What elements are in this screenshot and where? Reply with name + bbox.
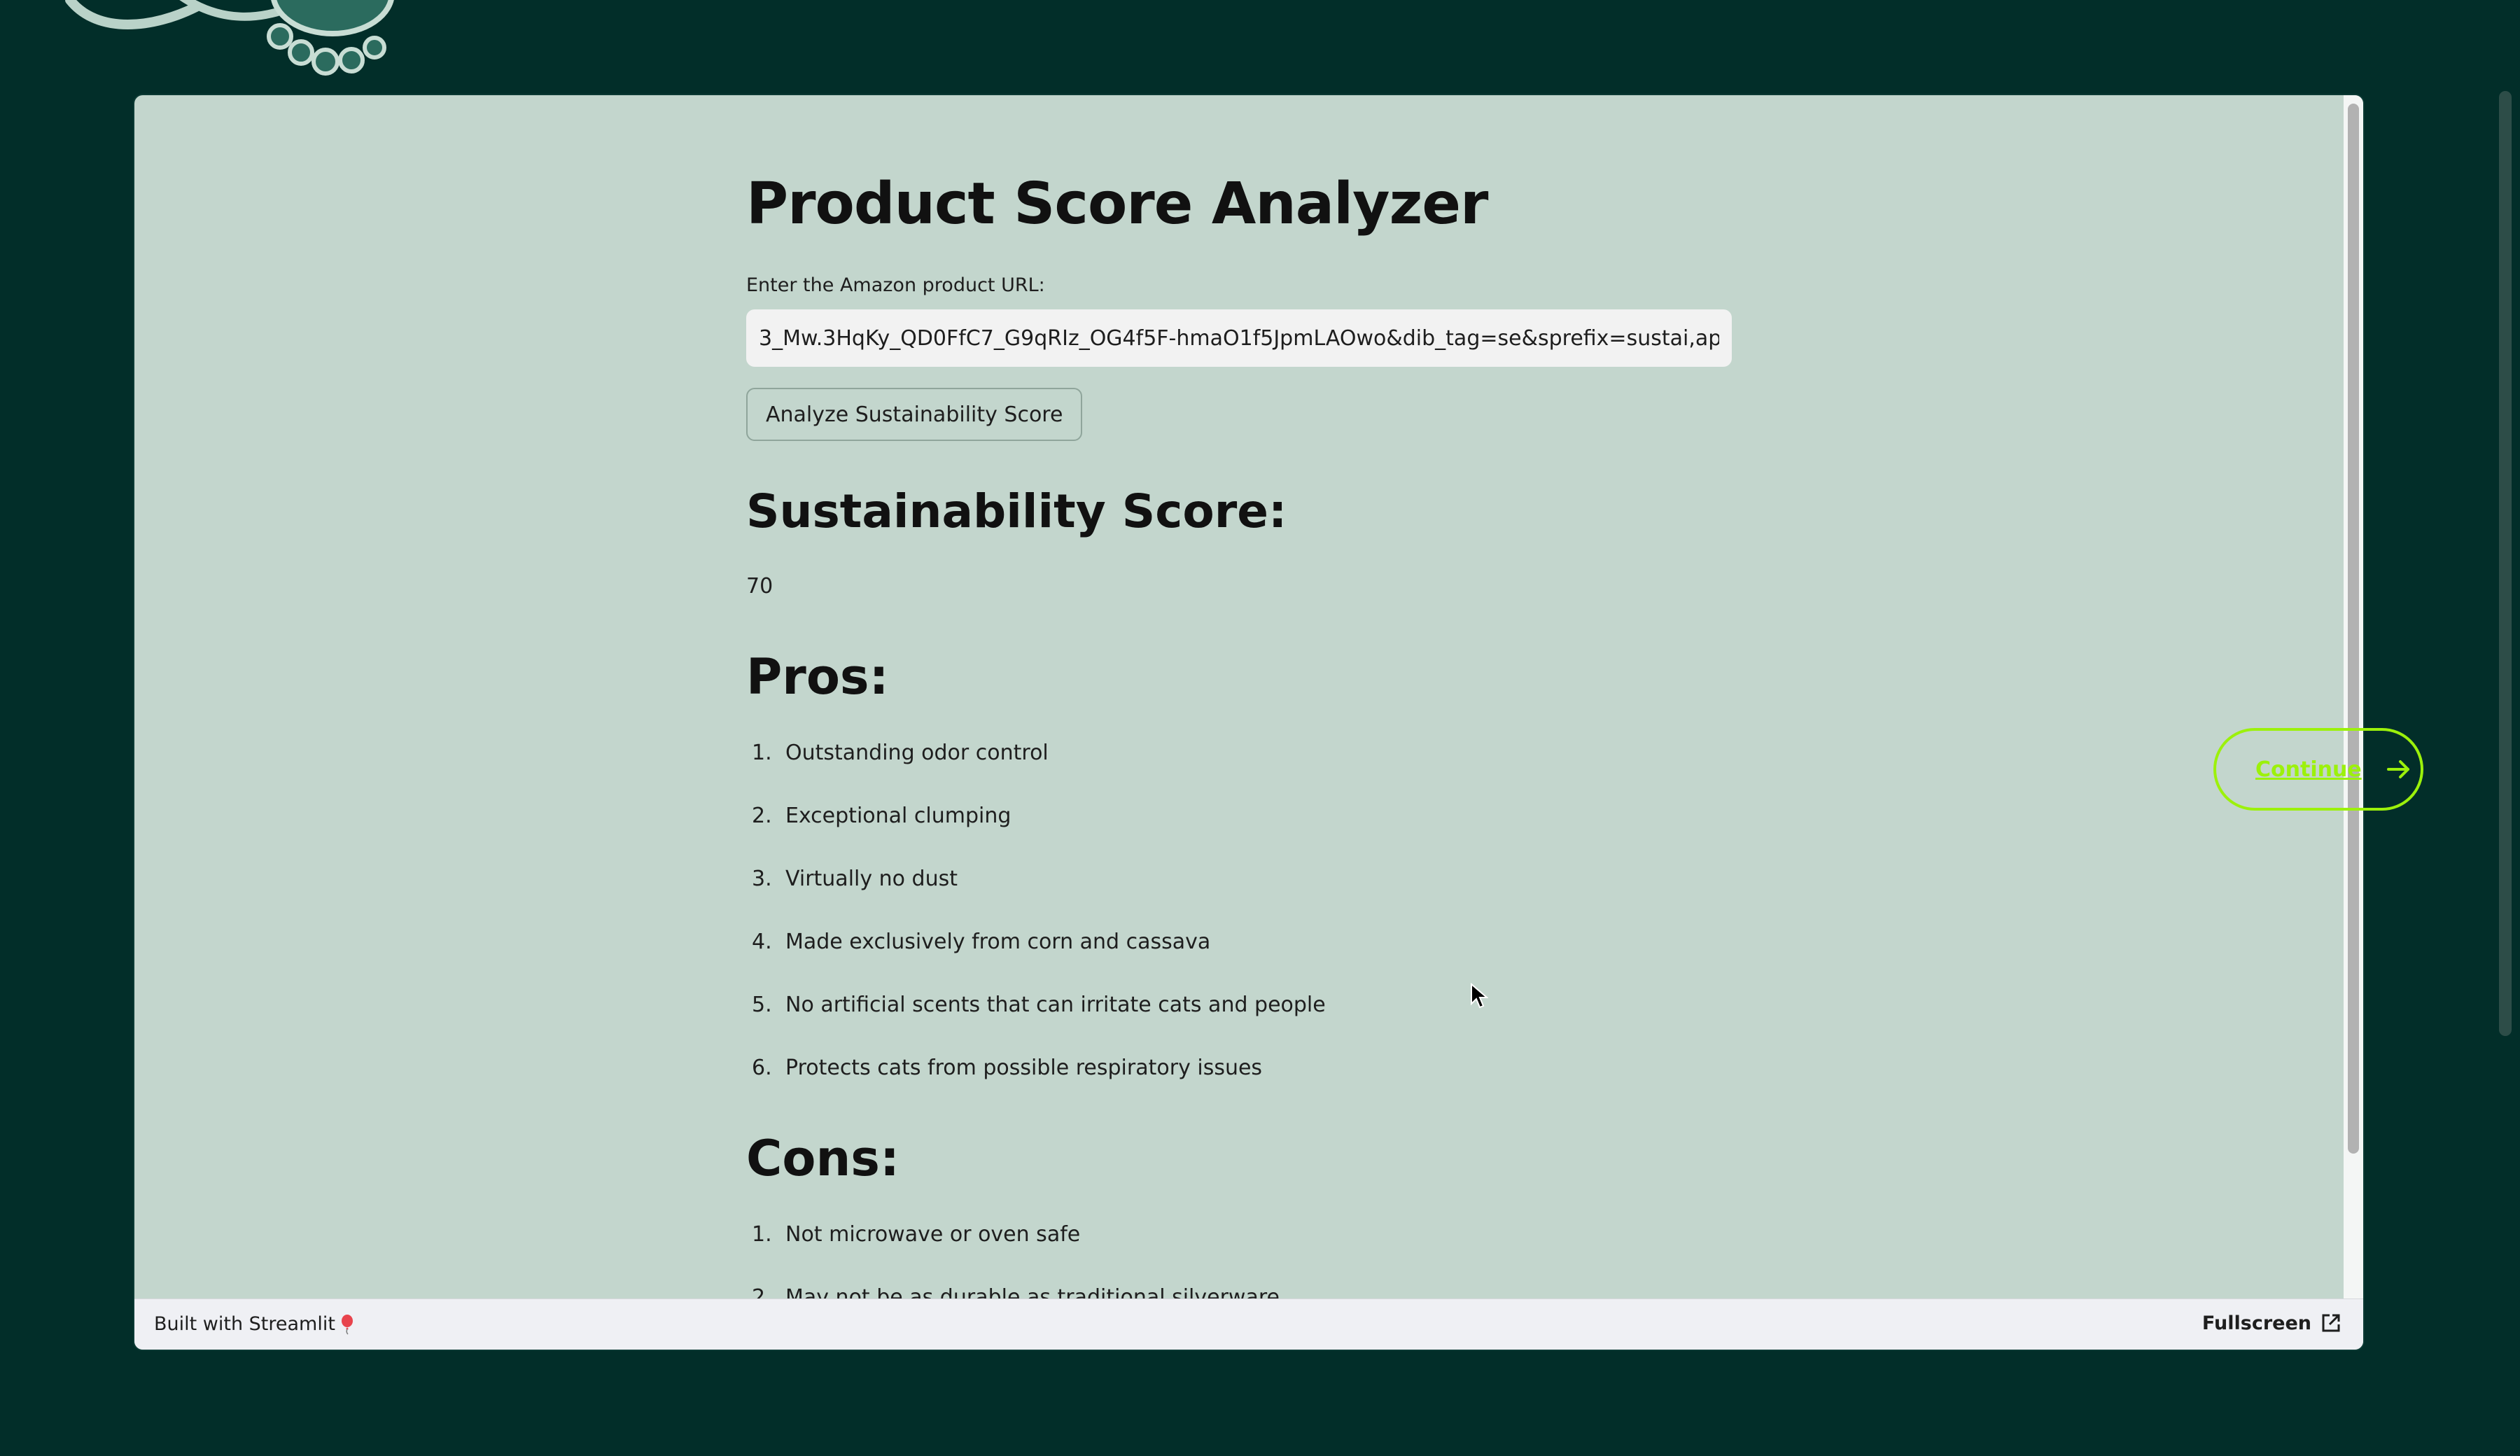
pros-heading: Pros:: [746, 648, 889, 706]
list-item-text: Protects cats from possible respiratory …: [785, 1056, 1263, 1080]
list-item-text: Virtually no dust: [785, 867, 958, 891]
continue-label: Continue: [2255, 757, 2362, 782]
list-item-number: 2.: [752, 804, 772, 828]
score-heading: Sustainability Score:: [746, 484, 1287, 538]
list-item-number: 1.: [752, 1222, 772, 1247]
continue-button[interactable]: Continue: [2213, 728, 2423, 811]
analyze-button[interactable]: Analyze Sustainability Score: [746, 388, 1083, 441]
list-item-number: 3.: [752, 867, 772, 891]
list-item-number: 6.: [752, 1056, 772, 1080]
cons-heading: Cons:: [746, 1130, 899, 1187]
window-scrollbar[interactable]: [2499, 91, 2512, 1036]
streamlit-footer: Built with Streamlit Fullscreen: [134, 1298, 2363, 1350]
list-item-text: Made exclusively from corn and cassava: [785, 930, 1211, 954]
list-item-number: 4.: [752, 930, 772, 954]
list-item-number: 5.: [752, 993, 772, 1017]
list-item-text: Not microwave or oven safe: [785, 1222, 1081, 1247]
url-input-label: Enter the Amazon product URL:: [746, 274, 1045, 296]
logo-footprint-icon: [65, 0, 394, 76]
url-input[interactable]: [746, 309, 1732, 367]
score-value: 70: [746, 574, 774, 598]
page-title: Product Score Analyzer: [746, 171, 1488, 237]
list-item-text: Outstanding odor control: [785, 741, 1049, 765]
mouse-cursor-icon: [1471, 983, 1488, 1009]
external-link-icon: [2322, 1314, 2340, 1332]
app-scrollbar-thumb[interactable]: [2348, 104, 2359, 1154]
built-with-streamlit-link[interactable]: Built with Streamlit: [154, 1313, 355, 1335]
streamlit-app-frame: Product Score Analyzer Enter the Amazon …: [134, 95, 2363, 1350]
balloon-icon: [341, 1314, 353, 1335]
fullscreen-button[interactable]: Fullscreen: [2202, 1312, 2342, 1334]
built-with-label: Built with Streamlit: [154, 1313, 335, 1335]
arrow-right-icon: [2386, 760, 2409, 778]
list-item-text: No artificial scents that can irritate c…: [785, 993, 1326, 1017]
page: Product Score Analyzer Enter the Amazon …: [0, 0, 2520, 1456]
list-item-number: 1.: [752, 741, 772, 765]
fullscreen-label: Fullscreen: [2202, 1312, 2311, 1334]
app-scrollbar-track[interactable]: [2344, 95, 2363, 1299]
list-item-text: Exceptional clumping: [785, 804, 1011, 828]
